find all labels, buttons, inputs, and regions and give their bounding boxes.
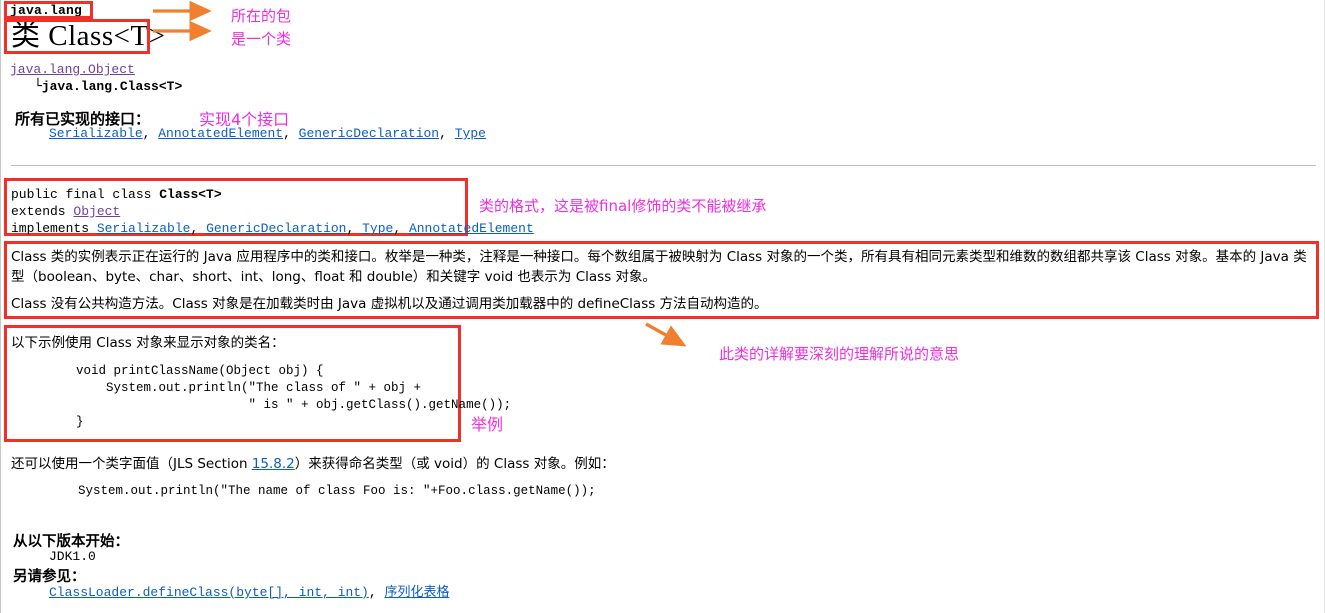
highlight-box-title [4, 19, 150, 54]
annotation-detail-note: 此类的详解要深刻的理解所说的意思 [719, 345, 960, 363]
list-separator: , [368, 585, 385, 600]
list-separator: , [142, 126, 159, 141]
annotation-final-note: 类的格式，这是被final修饰的类不能被继承 [479, 197, 767, 215]
interface-link-0[interactable]: Serializable [49, 126, 143, 141]
declaration-modifiers: public final class [11, 187, 160, 202]
see-also-link-0[interactable]: ClassLoader.defineClass(byte[], int, int… [49, 585, 369, 600]
example-code: void printClassName(Object obj) { System… [76, 364, 512, 429]
annotation-example-note: 举例 [471, 415, 504, 434]
hierarchy-child-label: java.lang.Class<T> [41, 79, 183, 94]
description-paragraph-2: Class 没有公共构造方法。Class 对象是在加载类时由 Java 虚拟机以… [11, 296, 768, 312]
since-heading: 从以下版本开始： [13, 534, 129, 550]
declaration-interfaces: Serializable, GenericDeclaration, Type, … [97, 221, 534, 236]
class-declaration: public final class Class<T> extends Obje… [11, 186, 534, 237]
jls-section-link[interactable]: 15.8.2 [252, 456, 295, 472]
declaration-extends-keyword: extends [11, 204, 74, 219]
list-separator: , [439, 126, 455, 141]
see-also-link-1[interactable]: 序列化表格 [384, 585, 449, 600]
class-literal-text: 还可以使用一个类字面值（JLS Section 15.8.2）来获得命名类型（或… [11, 452, 615, 472]
list-separator: , [346, 221, 363, 236]
javadoc-page: java.lang 类 Class<T> 所在的包 是一个类 java.lang… [0, 0, 1325, 613]
interface-link-3[interactable]: Type [455, 126, 486, 141]
hierarchy-root: java.lang.Object [10, 62, 135, 77]
declaration-superclass-link[interactable]: Object [73, 204, 120, 219]
example-lead-text: 以下示例使用 Class 对象来显示对象的类名： [11, 335, 285, 351]
declaration-interface-link-0[interactable]: Serializable [97, 221, 191, 236]
declaration-interface-link-1[interactable]: GenericDeclaration [206, 221, 346, 236]
list-separator: , [393, 221, 409, 236]
annotation-interfaces-note: 实现4个接口 [199, 110, 290, 129]
list-separator: , [190, 221, 207, 236]
section-divider [11, 165, 1316, 166]
tree-branch-icon: └ [34, 79, 42, 94]
highlight-box-package [4, 1, 93, 19]
annotation-class-note: 是一个类 [231, 30, 292, 48]
class-literal-after: ）来获得命名类型（或 void）的 Class 对象。例如： [294, 456, 615, 472]
description-paragraph-1: Class 类的实例表示正在运行的 Java 应用程序中的类和接口。枚举是一种类… [11, 249, 1307, 285]
declaration-interface-link-3[interactable]: AnnotatedElement [409, 221, 534, 236]
see-also-list: ClassLoader.defineClass(byte[], int, int… [49, 581, 449, 600]
declaration-interface-link-2[interactable]: Type [362, 221, 393, 236]
annotation-package-note: 所在的包 [231, 7, 292, 25]
hierarchy-root-link[interactable]: java.lang.Object [10, 62, 135, 77]
since-value: JDK1.0 [49, 549, 96, 564]
class-literal-code: System.out.println("The name of class Fo… [78, 484, 596, 498]
declaration-implements-keyword: implements [11, 221, 97, 236]
interface-link-2[interactable]: GenericDeclaration [299, 126, 439, 141]
declaration-class-name: Class<T> [159, 187, 222, 202]
hierarchy-child: └java.lang.Class<T> [34, 79, 182, 94]
class-literal-before: 还可以使用一个类字面值（JLS Section [11, 456, 252, 472]
